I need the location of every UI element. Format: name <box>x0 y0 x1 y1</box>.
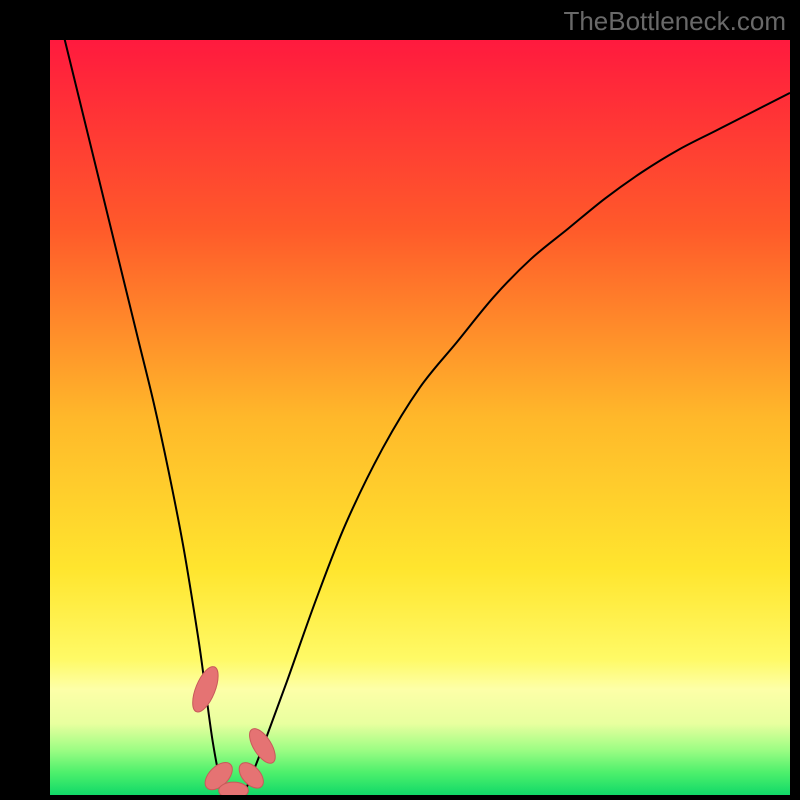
plot-area <box>50 40 790 795</box>
gradient-background <box>50 40 790 795</box>
chart-frame: TheBottleneck.com <box>0 0 800 800</box>
bottleneck-chart <box>50 40 790 795</box>
watermark-text: TheBottleneck.com <box>563 6 786 37</box>
data-marker <box>219 782 249 795</box>
